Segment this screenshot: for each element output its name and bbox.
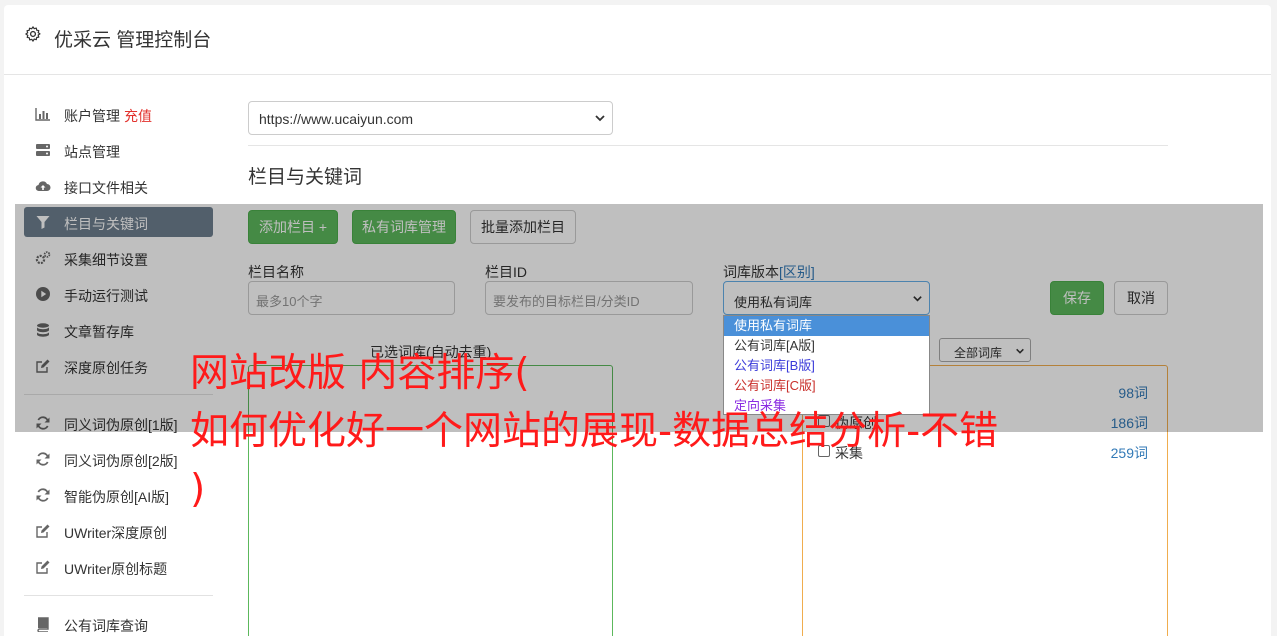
sidebar-item-account[interactable]: 账户管理 充值	[24, 99, 213, 129]
sidebar-item-label: 账户管理	[64, 108, 120, 124]
edit-icon	[36, 524, 50, 538]
sidebar-item-interface[interactable]: 接口文件相关	[24, 171, 213, 201]
gear-icon	[25, 26, 41, 42]
sidebar-item-label: 站点管理	[64, 144, 120, 160]
overlay-headline: 网站改版 内容排序( 如何优化好一个网站的展现-数据总结分析-不错 )	[190, 345, 1110, 519]
sidebar-item-label: 接口文件相关	[64, 180, 148, 196]
refresh-icon	[36, 452, 50, 466]
page-title: 优采云 管理控制台	[54, 30, 212, 51]
sidebar-item-label: UWriter深度原创	[64, 525, 168, 541]
version-option[interactable]: 使用私有词库	[724, 316, 929, 336]
headline-line-3: )	[190, 467, 206, 512]
refresh-icon	[36, 488, 50, 502]
sidebar-item-sites[interactable]: 站点管理	[24, 135, 213, 165]
library-count: 259词	[1110, 445, 1148, 461]
sidebar-item-uwriter-title[interactable]: UWriter原创标题	[24, 552, 213, 582]
sidebar-item-public-lib[interactable]: 公有词库查询	[24, 609, 213, 636]
recharge-link[interactable]: 充值	[124, 108, 152, 124]
sidebar-item-synonym-v2[interactable]: 同义词伪原创[2版]	[24, 444, 213, 474]
cloud-upload-icon	[35, 181, 51, 192]
headline-line-1: 网站改版 内容排序(	[190, 351, 530, 396]
sidebar-item-label: UWriter原创标题	[64, 561, 168, 577]
server-icon	[36, 144, 50, 156]
sidebar-item-label: 同义词伪原创[2版]	[64, 453, 178, 469]
sidebar-item-uwriter-deep[interactable]: UWriter深度原创	[24, 516, 213, 546]
site-select-value: https://www.ucaiyun.com	[259, 111, 414, 127]
bar-chart-icon	[35, 108, 50, 121]
sidebar-item-label: 智能伪原创[AI版]	[64, 489, 170, 505]
chevron-down-icon	[595, 115, 605, 122]
edit-icon	[36, 560, 50, 574]
section-title: 栏目与关键词	[248, 167, 363, 188]
site-select[interactable]: https://www.ucaiyun.com	[248, 101, 613, 135]
divider	[248, 145, 1168, 146]
book-icon	[37, 617, 49, 632]
page-header: 优采云 管理控制台	[4, 5, 1271, 75]
sidebar-divider	[24, 595, 213, 596]
sidebar-item-label: 公有词库查询	[64, 618, 148, 634]
sidebar-item-ai-rewrite[interactable]: 智能伪原创[AI版]	[24, 480, 213, 510]
headline-line-2: 如何优化好一个网站的展现-数据总结分析-不错	[190, 409, 999, 454]
